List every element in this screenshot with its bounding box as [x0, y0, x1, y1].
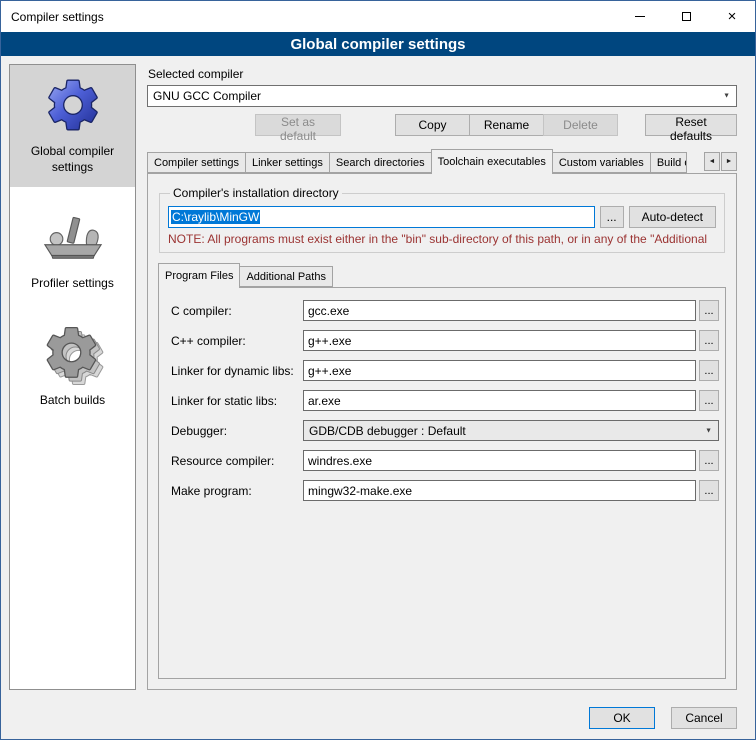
row-cpp-compiler: C++ compiler: ...: [171, 330, 719, 351]
installation-directory-row: C:\raylib\MinGW ... Auto-detect: [168, 206, 716, 228]
sidebar-item-label: Batch builds: [40, 393, 105, 409]
selected-compiler-value: GNU GCC Compiler: [153, 89, 261, 103]
tab-scroll-buttons: ◄ ►: [703, 152, 737, 171]
delete-button[interactable]: Delete: [543, 114, 618, 136]
static-linker-browse-button[interactable]: ...: [699, 390, 719, 411]
installation-directory-group: Compiler's installation directory C:\ray…: [159, 186, 725, 253]
dialog-buttons: OK Cancel: [1, 698, 755, 739]
static-linker-label: Linker for static libs:: [171, 394, 303, 408]
maximize-button[interactable]: [663, 1, 709, 32]
sidebar-item-label: Profiler settings: [31, 276, 114, 292]
tab-scroll-left-button[interactable]: ◄: [704, 152, 720, 171]
ok-button[interactable]: OK: [589, 707, 655, 729]
reset-defaults-button[interactable]: Reset defaults: [645, 114, 737, 136]
row-static-linker: Linker for static libs: ...: [171, 390, 719, 411]
sidebar-item-label: Global compiler settings: [13, 144, 132, 175]
tab-scroll-right-button[interactable]: ►: [721, 152, 737, 171]
make-program-label: Make program:: [171, 484, 303, 498]
rename-button[interactable]: Rename: [469, 114, 544, 136]
left-arrow-icon: ◄: [709, 158, 716, 165]
compiler-actions: Set as default Copy Rename Delete Reset …: [147, 114, 737, 136]
sidebar-item-batch-builds[interactable]: Batch builds: [10, 314, 135, 421]
row-resource-compiler: Resource compiler: ...: [171, 450, 719, 471]
set-as-default-button[interactable]: Set as default: [255, 114, 341, 136]
dynamic-linker-browse-button[interactable]: ...: [699, 360, 719, 381]
copy-button[interactable]: Copy: [395, 114, 470, 136]
cpp-compiler-browse-button[interactable]: ...: [699, 330, 719, 351]
row-dynamic-linker: Linker for dynamic libs: ...: [171, 360, 719, 381]
maximize-icon: [682, 12, 691, 21]
cpp-compiler-label: C++ compiler:: [171, 334, 303, 348]
resource-compiler-browse-button[interactable]: ...: [699, 450, 719, 471]
compiler-gear-icon: [42, 74, 104, 136]
program-files-tabs: Program Files Additional Paths: [158, 263, 726, 288]
dynamic-linker-input[interactable]: [303, 360, 696, 381]
dialog-body: Global compiler settings Profiler settin…: [1, 56, 755, 698]
debugger-label: Debugger:: [171, 424, 303, 438]
bin-subdirectory-note: NOTE: All programs must exist either in …: [168, 232, 716, 246]
tab-compiler-settings[interactable]: Compiler settings: [147, 152, 246, 173]
titlebar[interactable]: Compiler settings ×: [1, 1, 755, 32]
tab-toolchain-executables[interactable]: Toolchain executables: [431, 149, 553, 174]
close-button[interactable]: ×: [709, 1, 755, 32]
resource-compiler-label: Resource compiler:: [171, 454, 303, 468]
tabs-scroll-area: Compiler settings Linker settings Search…: [147, 149, 737, 174]
dropdown-arrow-icon: ▼: [705, 427, 712, 434]
program-files-notebook: Program Files Additional Paths C compile…: [158, 263, 726, 679]
right-arrow-icon: ►: [726, 158, 733, 165]
subtabs-area: Program Files Additional Paths: [158, 263, 726, 288]
cpp-compiler-input[interactable]: [303, 330, 696, 351]
tab-search-directories[interactable]: Search directories: [329, 152, 432, 173]
auto-detect-button[interactable]: Auto-detect: [629, 206, 716, 228]
page-title: Global compiler settings: [1, 32, 755, 56]
resource-compiler-input[interactable]: [303, 450, 696, 471]
make-program-browse-button[interactable]: ...: [699, 480, 719, 501]
profiler-plane-icon: [42, 206, 104, 268]
sidebar-item-profiler-settings[interactable]: Profiler settings: [10, 197, 135, 304]
selected-compiler-dropdown[interactable]: GNU GCC Compiler ▼: [147, 85, 737, 107]
cancel-button[interactable]: Cancel: [671, 707, 737, 729]
tab-program-files[interactable]: Program Files: [158, 263, 240, 288]
minimize-button[interactable]: [617, 1, 663, 32]
c-compiler-label: C compiler:: [171, 304, 303, 318]
selected-compiler-label: Selected compiler: [148, 67, 737, 81]
row-c-compiler: C compiler: ...: [171, 300, 719, 321]
sidebar-item-global-compiler-settings[interactable]: Global compiler settings: [10, 65, 135, 187]
dynamic-linker-label: Linker for dynamic libs:: [171, 364, 303, 378]
tab-custom-variables[interactable]: Custom variables: [552, 152, 651, 173]
debugger-value: GDB/CDB debugger : Default: [309, 424, 466, 438]
installation-directory-input[interactable]: C:\raylib\MinGW: [168, 206, 595, 228]
close-icon: ×: [728, 9, 737, 24]
row-debugger: Debugger: GDB/CDB debugger : Default ▼: [171, 420, 719, 441]
installation-directory-group-title: Compiler's installation directory: [170, 186, 342, 200]
window-title: Compiler settings: [1, 1, 617, 32]
installation-directory-browse-button[interactable]: ...: [600, 206, 624, 228]
make-program-input[interactable]: [303, 480, 696, 501]
c-compiler-browse-button[interactable]: ...: [699, 300, 719, 321]
program-files-panel: C compiler: ... C++ compiler: ... Linker…: [158, 287, 726, 679]
minimize-icon: [635, 16, 645, 17]
row-make-program: Make program: ...: [171, 480, 719, 501]
installation-directory-value: C:\raylib\MinGW: [171, 210, 260, 224]
main-content: Selected compiler GNU GCC Compiler ▼ Set…: [136, 64, 747, 690]
settings-category-list: Global compiler settings Profiler settin…: [9, 64, 136, 690]
c-compiler-input[interactable]: [303, 300, 696, 321]
settings-tabs: Compiler settings Linker settings Search…: [147, 149, 737, 174]
tab-linker-settings[interactable]: Linker settings: [245, 152, 330, 173]
compiler-settings-dialog: Compiler settings × Global compiler sett…: [0, 0, 756, 740]
static-linker-input[interactable]: [303, 390, 696, 411]
dropdown-arrow-icon: ▼: [723, 93, 730, 100]
debugger-dropdown[interactable]: GDB/CDB debugger : Default ▼: [303, 420, 719, 441]
tab-additional-paths[interactable]: Additional Paths: [239, 266, 333, 287]
batch-builds-gears-icon: [42, 323, 104, 385]
toolchain-executables-panel: Compiler's installation directory C:\ray…: [147, 173, 737, 690]
tab-build-options[interactable]: Build options: [650, 152, 687, 173]
